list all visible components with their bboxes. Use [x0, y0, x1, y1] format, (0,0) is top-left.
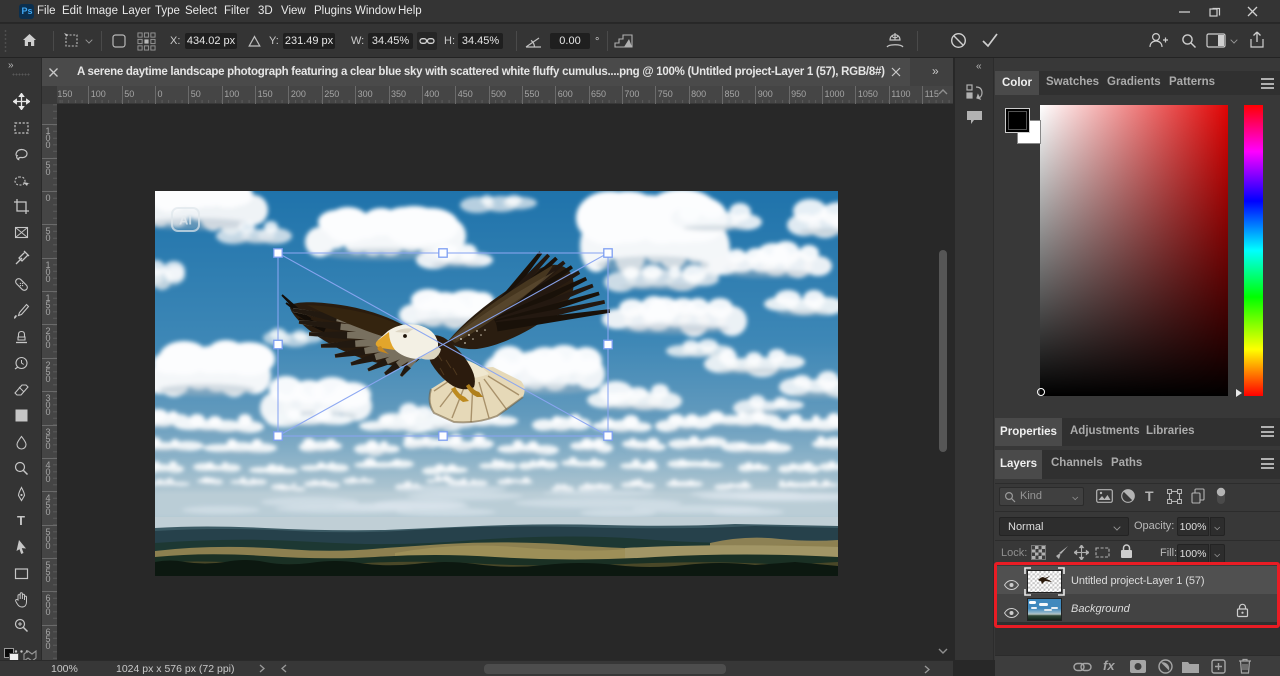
svg-text:AI: AI: [179, 213, 192, 228]
